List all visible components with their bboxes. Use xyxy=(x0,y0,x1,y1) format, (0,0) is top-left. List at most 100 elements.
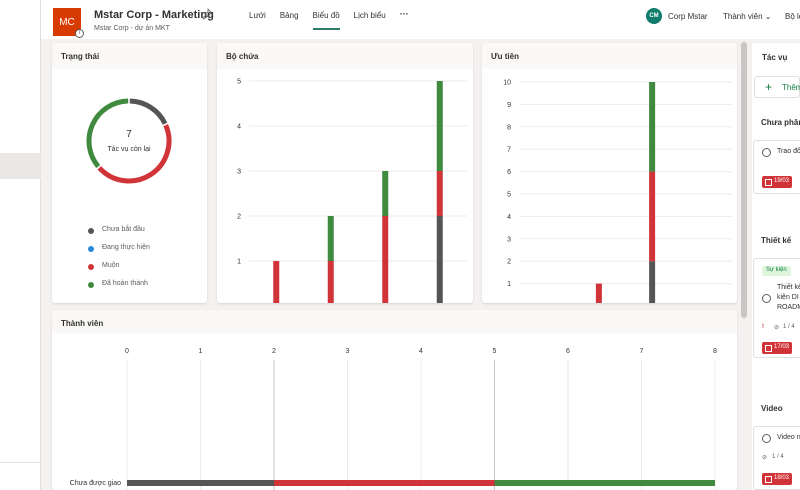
legend-label: Chưa bắt đầu xyxy=(102,226,145,233)
task-title-line: Thiết kế xyxy=(777,284,800,291)
add-task-button[interactable]: + Thêm tác vụ xyxy=(754,76,800,98)
bar-segment[interactable] xyxy=(649,261,656,303)
y-tick-label: 4 xyxy=(237,124,241,131)
bar-segment[interactable] xyxy=(649,82,656,172)
plan-header: MC i Mstar Corp - Marketing Mstar Corp -… xyxy=(41,0,800,39)
donut-slice[interactable] xyxy=(129,98,168,125)
x-tick-label: 8 xyxy=(713,348,717,355)
tasks-panel-title: Tác vụ xyxy=(762,53,788,62)
left-nav-rail xyxy=(0,0,41,490)
info-icon[interactable]: i xyxy=(75,29,84,38)
checklist-count: 1 / 4 xyxy=(772,454,784,460)
filter-button[interactable]: Bộ lọc xyxy=(785,12,800,21)
legend-dot xyxy=(88,264,94,270)
y-tick-label: 1 xyxy=(237,259,241,266)
legend-label: Đang thực hiện xyxy=(102,244,150,251)
y-tick-label: 1 xyxy=(507,281,511,288)
task-title: Trao đổi xyxy=(777,148,800,155)
checklist-icon: ⊘ xyxy=(774,325,780,331)
priority-card-title: Ưu tiên xyxy=(482,43,737,69)
legend-item: Chưa bắt đầu 2 xyxy=(88,226,207,238)
checklist-count: 1 / 4 xyxy=(783,324,795,330)
task-title-line: kiện DI xyxy=(777,294,799,301)
priority-bar-chart: 012345678910Khẩn cấpQuan trọngTrung bình… xyxy=(503,80,732,303)
bar-segment[interactable] xyxy=(274,480,495,486)
legend-dot xyxy=(88,228,94,234)
y-tick-label: 3 xyxy=(237,169,241,176)
bar-segment[interactable] xyxy=(382,171,389,216)
y-tick-label: 6 xyxy=(507,169,511,176)
complete-task-checkbox[interactable] xyxy=(762,294,771,303)
bar-segment[interactable] xyxy=(273,261,280,303)
members-bar-chart: 0 1 2 3 4 5 6 7 8 Chưa được giao xyxy=(70,348,717,490)
plan-subtitle: Mstar Corp - dự án MKT xyxy=(94,25,170,32)
bar-segment[interactable] xyxy=(327,216,334,261)
scrollbar[interactable] xyxy=(741,42,747,318)
bar-segment[interactable] xyxy=(494,480,716,486)
priority-important-icon: ! xyxy=(762,324,764,330)
tab-schedule[interactable]: Lịch biểu xyxy=(354,11,386,30)
legend-label: Đã hoàn thành xyxy=(102,280,148,287)
bar-segment[interactable] xyxy=(436,171,443,216)
bar-segment[interactable] xyxy=(327,261,334,303)
task-card[interactable]: Video n ⊘ 1 / 4 18/03 xyxy=(753,426,800,490)
x-tick-label: 3 xyxy=(346,348,350,355)
group-label: Video xyxy=(761,404,783,413)
tab-board[interactable]: Bảng xyxy=(280,11,299,30)
y-tick-label: 4 xyxy=(507,214,511,221)
bucket-card-title: Bộ chứa xyxy=(217,43,473,69)
donut-slice[interactable] xyxy=(86,98,129,169)
more-options-icon[interactable]: ··· xyxy=(400,9,409,30)
complete-task-checkbox[interactable] xyxy=(762,434,771,443)
due-date-badge: 19/03 xyxy=(762,176,793,188)
status-donut-chart: 7 Tác vụ còn lại xyxy=(86,98,172,184)
status-card-title: Trạng thái xyxy=(52,43,207,69)
x-tick-label: 4 xyxy=(419,348,423,355)
task-card[interactable]: Trao đổi 19/03 xyxy=(753,140,800,194)
x-tick-label: 2 xyxy=(272,348,276,355)
group-label: Chưa phân loại xyxy=(761,118,800,127)
pin-icon[interactable] xyxy=(201,8,213,20)
task-card[interactable]: Sự kiện Thiết kế kiện DI ROADM ! ⊘ 1 / 4… xyxy=(753,258,800,358)
legend-item: Đang thực hiện 0 xyxy=(88,244,207,256)
label-tag: Sự kiện xyxy=(762,266,791,276)
bar-segment[interactable] xyxy=(127,480,274,486)
legend-item: Đã hoàn thành 4 xyxy=(88,280,207,292)
tab-charts[interactable]: Biểu đồ xyxy=(312,11,340,30)
members-button[interactable]: Thành viên ⌄ xyxy=(723,12,772,21)
x-tick-label: 7 xyxy=(640,348,644,355)
legend-dot xyxy=(88,282,94,288)
bar-segment[interactable] xyxy=(382,216,389,303)
bar-segment[interactable] xyxy=(649,171,656,262)
x-tick-label: 0 xyxy=(125,348,129,355)
tab-grid[interactable]: Lưới xyxy=(249,11,266,30)
x-tick-label: 5 xyxy=(493,348,497,355)
bar-segment[interactable] xyxy=(436,216,443,303)
plus-icon: + xyxy=(765,80,773,94)
checklist-icon: ⊘ xyxy=(762,455,768,461)
bar-segment[interactable] xyxy=(595,283,602,303)
y-tick-label: 5 xyxy=(237,79,241,86)
user-avatar[interactable]: CM xyxy=(646,8,662,24)
y-tick-label: 2 xyxy=(507,259,511,266)
members-card-title: Thành viên xyxy=(52,310,737,334)
plan-title: Mstar Corp - Marketing xyxy=(94,9,214,21)
legend-label: Muộn xyxy=(102,262,120,269)
due-date-badge: 17/03 xyxy=(762,342,793,354)
y-tick-label: 3 xyxy=(507,236,511,243)
user-name[interactable]: Corp Mstar xyxy=(668,12,708,21)
bar-segment[interactable] xyxy=(436,81,443,171)
donut-slice[interactable] xyxy=(97,124,172,184)
bucket-card: Bộ chứa 012345Chưa phân loạiThiết kếVide… xyxy=(217,43,473,303)
task-title-line: ROADM xyxy=(777,304,800,311)
bucket-bar-chart: 012345Chưa phân loạiThiết kếVideoBài viế… xyxy=(237,79,467,303)
y-tick-label: Chưa được giao xyxy=(70,480,121,487)
remaining-label: Tác vụ còn lại xyxy=(107,146,151,153)
x-tick-label: 1 xyxy=(199,348,203,355)
nav-selected-item[interactable] xyxy=(0,153,41,179)
y-tick-label: 9 xyxy=(507,102,511,109)
group-label: Thiết kế xyxy=(761,236,792,245)
y-tick-label: 8 xyxy=(507,124,511,131)
status-card: Trạng thái 7 Tác vụ còn lại Chưa bắt đầu… xyxy=(52,43,207,303)
complete-task-checkbox[interactable] xyxy=(762,148,771,157)
